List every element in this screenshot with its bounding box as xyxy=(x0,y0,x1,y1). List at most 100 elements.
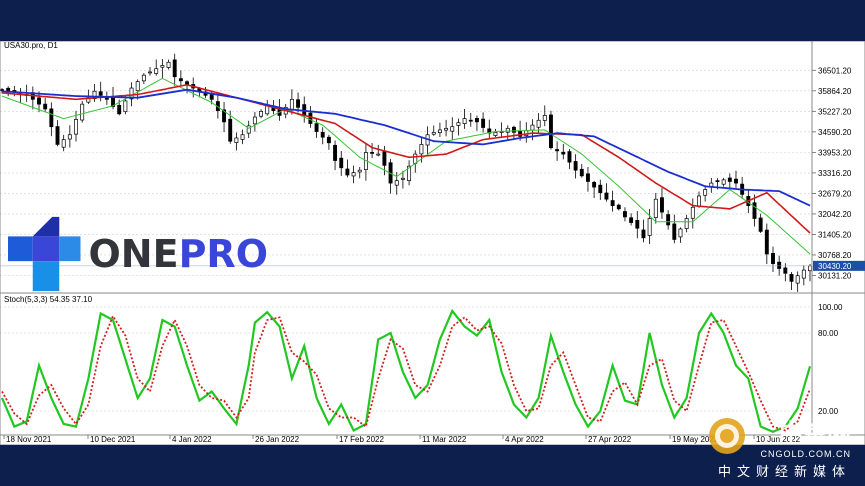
candle-body xyxy=(789,274,794,282)
candle-body xyxy=(462,118,467,124)
candle-body xyxy=(598,184,603,194)
stoch-k-line xyxy=(0,308,812,433)
candle-body xyxy=(764,229,769,255)
candle-body xyxy=(481,118,486,128)
price-tick-label: 35864.20 xyxy=(818,87,852,96)
candle-body xyxy=(623,211,627,218)
candle-body xyxy=(727,177,732,182)
x-tick-label: 18 Nov 2021 xyxy=(6,435,52,444)
candle-body xyxy=(357,169,362,173)
x-tick-label: 11 Mar 2022 xyxy=(422,435,467,444)
candle-body xyxy=(37,97,41,105)
candle-body xyxy=(456,122,461,126)
chart-panel: USA30.pro, D1 Stoch(5,3,3) 54.35 37.10 3… xyxy=(0,41,865,454)
candle-body xyxy=(592,181,597,188)
price-tick-label: 30768.20 xyxy=(818,251,852,260)
candle-body xyxy=(370,152,375,154)
candle-body xyxy=(394,180,399,186)
candle-body xyxy=(795,275,800,284)
onepro-logo: ONEPRO xyxy=(8,212,268,296)
candle-body xyxy=(67,134,72,140)
candle-body xyxy=(160,65,165,68)
candle-body xyxy=(530,124,535,131)
candle-body xyxy=(234,137,239,144)
candle-body xyxy=(382,151,387,166)
candle-body xyxy=(308,112,313,124)
candle-body xyxy=(444,127,449,131)
price-tick-label: 36501.20 xyxy=(818,66,852,75)
candle-body xyxy=(561,151,566,155)
candle-body xyxy=(635,219,640,229)
price-ticks: 36501.20 35864.20 35227.20 34590.20 33953.20… xyxy=(812,66,852,280)
candle-body xyxy=(801,269,806,279)
candle-body xyxy=(154,68,159,74)
price-chart-title: USA30.pro, D1 xyxy=(4,41,58,50)
candle-body xyxy=(98,91,103,96)
candle-body xyxy=(172,59,177,78)
candle-body xyxy=(690,206,695,219)
candle-body xyxy=(697,195,701,207)
ma-slow-line xyxy=(1,88,811,207)
candle-body xyxy=(450,126,455,132)
candle-body xyxy=(351,172,356,177)
candle-body xyxy=(555,149,560,152)
price-tick-label: 33316.20 xyxy=(818,169,852,178)
candle-body xyxy=(715,180,720,183)
candle-body xyxy=(536,119,541,128)
price-tick-label: 32679.20 xyxy=(818,189,852,198)
candle-body xyxy=(320,132,325,138)
onepro-logo-mark-icon xyxy=(8,216,81,292)
candle-body xyxy=(117,105,122,115)
candle-body xyxy=(135,81,140,92)
candle-body xyxy=(419,144,424,155)
candle-body xyxy=(345,168,350,176)
candle-body xyxy=(55,126,60,145)
candle-body xyxy=(468,119,473,122)
candle-body xyxy=(678,228,683,238)
price-tick-label: 31405.20 xyxy=(818,230,852,239)
candle-body xyxy=(400,177,405,180)
candle-body xyxy=(240,134,245,140)
price-tick-label: 35227.20 xyxy=(818,107,852,116)
candle-body xyxy=(178,78,183,82)
candle-body xyxy=(721,179,726,185)
candle-body xyxy=(296,99,301,108)
x-tick-label: 4 Jan 2022 xyxy=(172,435,212,444)
candle-body xyxy=(542,115,547,121)
current-price-tag-label: 30430.20 xyxy=(818,262,852,271)
candle-body xyxy=(6,87,11,92)
candle-body xyxy=(326,136,331,144)
watermark-subtitle: 中文财经新媒体 xyxy=(717,465,851,480)
onepro-wordmark-pro: PRO xyxy=(178,232,268,276)
candle-body xyxy=(252,116,257,125)
candle-body xyxy=(80,103,85,121)
candle-body xyxy=(567,151,572,163)
candle-body xyxy=(684,218,689,229)
candle-body xyxy=(61,139,66,148)
candle-body xyxy=(228,118,233,142)
candle-body xyxy=(783,267,788,274)
stoch-ticks: 100.0080.0020.00 xyxy=(818,303,843,416)
candle-body xyxy=(672,223,677,240)
candle-body xyxy=(616,204,621,210)
candle-body xyxy=(771,253,775,264)
candle-body xyxy=(734,178,738,184)
candle-body xyxy=(474,118,479,123)
candle-body xyxy=(259,111,264,117)
ma-mid-line xyxy=(1,83,811,234)
candle-body xyxy=(660,197,664,213)
stoch-title: Stoch(5,3,3) 54.35 37.10 xyxy=(4,295,93,304)
candle-body xyxy=(629,217,634,223)
candle-body xyxy=(604,192,609,200)
candle-body xyxy=(777,261,782,269)
candle-body xyxy=(647,218,652,236)
x-tick-label: 27 Apr 2022 xyxy=(588,435,632,444)
stoch-tick-label: 80.00 xyxy=(818,329,839,338)
candle-body xyxy=(123,100,128,113)
x-tick-label: 10 Dec 2021 xyxy=(90,435,136,444)
stoch-grid xyxy=(0,306,812,412)
candle-body xyxy=(289,98,294,111)
candle-body xyxy=(548,114,553,148)
onepro-wordmark: ONEPRO xyxy=(89,232,269,276)
stoch-tick-label: 100.00 xyxy=(818,303,843,312)
